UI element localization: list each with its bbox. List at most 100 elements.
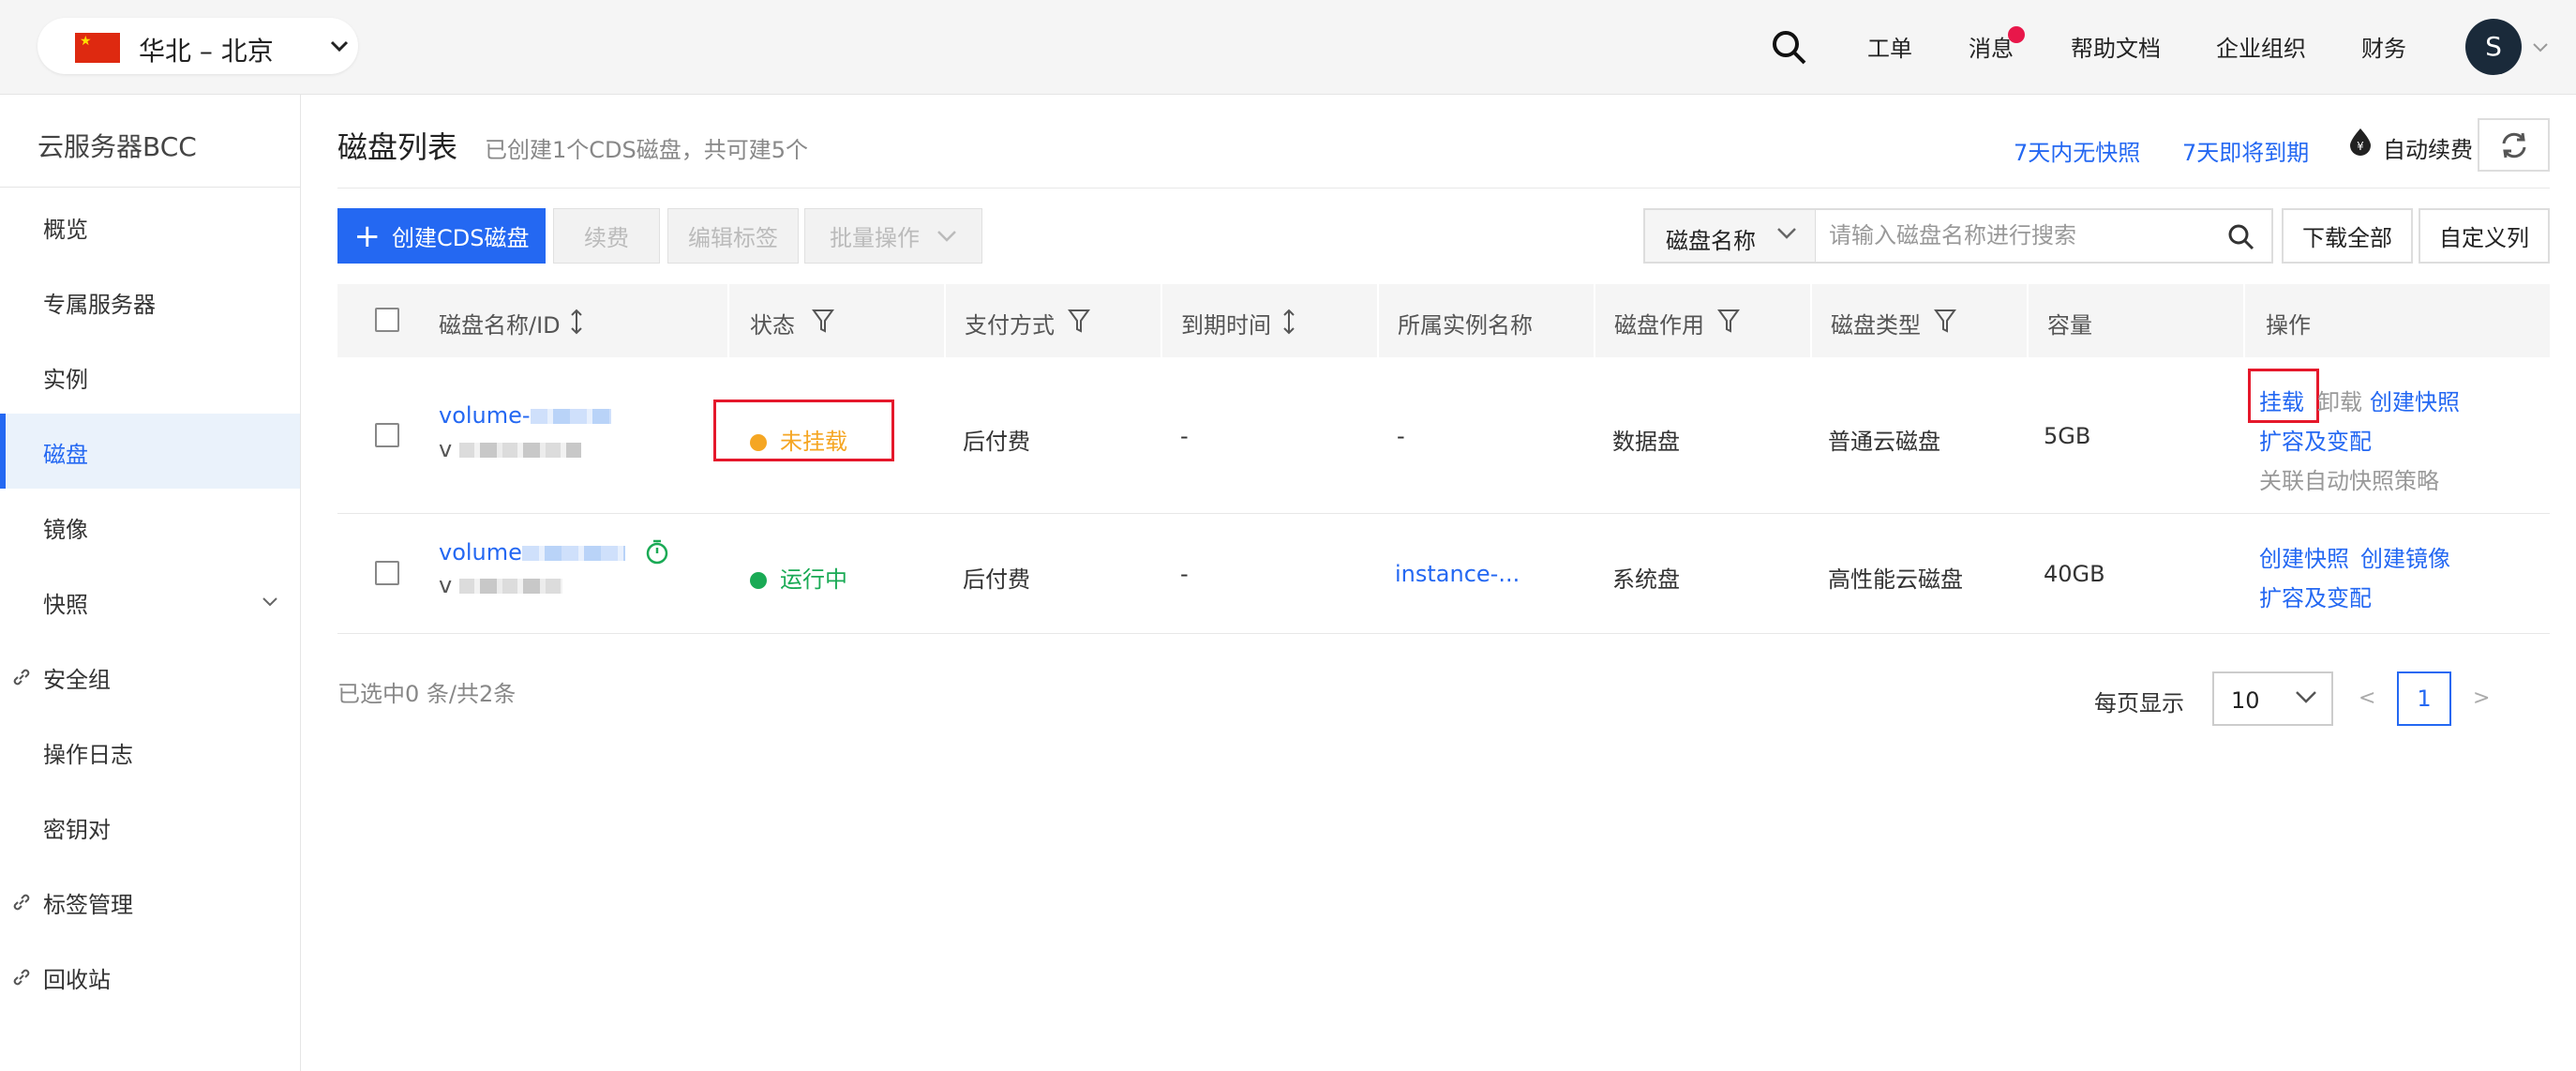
refresh-button[interactable] <box>2478 118 2550 172</box>
search-type-select[interactable]: 磁盘名称 <box>1645 210 1816 262</box>
button-label: 创建CDS磁盘 <box>392 225 530 251</box>
page-title: 磁盘列表 <box>337 129 458 165</box>
auto-renew-label[interactable]: 自动续费 <box>2383 131 2473 164</box>
renew-button[interactable]: 续费 <box>553 208 660 264</box>
batch-operations-button[interactable]: 批量操作 <box>804 208 982 264</box>
redacted-id <box>459 443 582 458</box>
sidebar-item-disks[interactable]: 磁盘 <box>0 414 300 489</box>
redacted-name <box>530 409 611 424</box>
search-box: 磁盘名称 <box>1643 208 2273 264</box>
column-title: 到期时间 <box>1181 312 1271 339</box>
search-icon[interactable] <box>2226 222 2254 250</box>
create-snapshot-link[interactable]: 创建快照 <box>2259 540 2349 573</box>
next-page-button[interactable]: > <box>2473 686 2490 710</box>
svg-text:¥: ¥ <box>2357 140 2364 153</box>
table-row: volume- v 未挂载 后付费 - - 数据盘 普通云磁盘 5GB 挂载 卸… <box>337 357 2550 514</box>
china-flag-icon: ★ <box>75 33 120 63</box>
nav-enterprise[interactable]: 企业组织 <box>2216 30 2306 63</box>
column-header-actions: 操作 <box>2245 284 2550 357</box>
chevron-down-icon <box>1777 228 1796 239</box>
sidebar-title: 云服务器BCC <box>37 131 197 162</box>
disk-name-link[interactable]: volume <box>439 539 625 566</box>
disk-name-text: volume <box>439 539 522 566</box>
expiring-7days-link[interactable]: 7天即将到期 <box>2182 134 2309 167</box>
sidebar-item-label: 概览 <box>43 217 88 243</box>
chevron-down-icon <box>2296 691 2316 703</box>
nav-tickets[interactable]: 工单 <box>1867 30 1912 63</box>
resize-link[interactable]: 扩容及变配 <box>2259 423 2372 456</box>
search-input[interactable] <box>1829 219 2223 251</box>
column-title: 磁盘类型 <box>1831 312 1921 339</box>
chevron-down-icon[interactable] <box>2531 38 2550 56</box>
column-title: 磁盘作用 <box>1614 312 1704 339</box>
filter-icon[interactable] <box>1717 309 1740 333</box>
highlight-box <box>713 400 894 461</box>
table-header: 磁盘名称/ID 状态 支付方式 到期时间 所属实例名称 磁盘作用 磁盘类型 容量… <box>337 284 2550 357</box>
filter-icon[interactable] <box>812 309 834 333</box>
prev-page-button[interactable]: < <box>2359 686 2375 710</box>
nav-finance[interactable]: 财务 <box>2361 30 2406 63</box>
refresh-icon <box>2502 132 2526 158</box>
message-badge <box>2008 26 2025 43</box>
sidebar-item-dedicated-server[interactable]: 专属服务器 <box>0 264 300 339</box>
avatar[interactable]: S <box>2465 19 2522 75</box>
sidebar-item-instances[interactable]: 实例 <box>0 339 300 414</box>
column-header-type: 磁盘类型 <box>1812 284 2029 357</box>
redacted-id <box>459 579 563 594</box>
edit-tags-button[interactable]: 编辑标签 <box>667 208 799 264</box>
auto-renew-icon[interactable]: ¥ <box>2347 128 2374 156</box>
disk-id: v <box>439 436 582 462</box>
page-size-select[interactable]: 10 <box>2212 671 2333 726</box>
sidebar-item-label: 实例 <box>43 367 88 393</box>
unmount-link[interactable]: 卸载 <box>2317 384 2362 416</box>
column-title: 所属实例名称 <box>1398 312 1533 339</box>
page-size-value: 10 <box>2231 687 2260 714</box>
disk-id-text: v <box>439 436 453 462</box>
create-image-link[interactable]: 创建镜像 <box>2360 540 2450 573</box>
nav-messages[interactable]: 消息 <box>1969 30 2014 63</box>
column-title: 状态 <box>750 312 795 339</box>
filter-icon[interactable] <box>1068 309 1090 333</box>
page-1-button[interactable]: 1 <box>2397 671 2451 726</box>
column-header-name: 磁盘名称/ID <box>337 284 729 357</box>
sidebar-item-security-groups[interactable]: 安全组 <box>0 639 300 714</box>
nav-help-docs[interactable]: 帮助文档 <box>2071 30 2161 63</box>
expire-cell: - <box>1180 423 1189 449</box>
button-label: 下载全部 <box>2302 225 2392 251</box>
plus-icon: + <box>353 217 382 255</box>
disk-id: v <box>439 572 563 598</box>
create-snapshot-link[interactable]: 创建快照 <box>2370 384 2460 416</box>
button-label: 续费 <box>584 225 629 251</box>
button-label: 批量操作 <box>830 225 920 251</box>
status-text: 运行中 <box>780 566 847 593</box>
row-checkbox[interactable] <box>375 561 399 585</box>
download-all-button[interactable]: 下载全部 <box>2282 208 2413 264</box>
row-checkbox[interactable] <box>375 423 399 447</box>
sort-icon[interactable] <box>1282 309 1295 335</box>
column-title: 磁盘名称/ID <box>439 312 561 339</box>
sort-icon[interactable] <box>570 309 583 335</box>
create-cds-disk-button[interactable]: + 创建CDS磁盘 <box>337 208 546 264</box>
no-snapshot-7days-link[interactable]: 7天内无快照 <box>2014 134 2140 167</box>
sidebar-item-snapshots[interactable]: 快照 <box>0 564 300 639</box>
sidebar-item-images[interactable]: 镜像 <box>0 489 300 564</box>
selection-summary: 已选中0 条/共2条 <box>337 681 517 707</box>
disk-name-text: volume- <box>439 402 531 429</box>
search-type-label: 磁盘名称 <box>1666 228 1756 254</box>
sidebar-item-recycle-bin[interactable]: 回收站 <box>0 939 300 1014</box>
region-selector[interactable]: ★ 华北 – 北京 <box>37 18 358 74</box>
auto-snapshot-policy-link[interactable]: 关联自动快照策略 <box>2259 462 2439 495</box>
sidebar-item-tag-management[interactable]: 标签管理 <box>0 864 300 939</box>
custom-columns-button[interactable]: 自定义列 <box>2419 208 2550 264</box>
resize-link[interactable]: 扩容及变配 <box>2259 580 2372 612</box>
sidebar-item-key-pairs[interactable]: 密钥对 <box>0 789 300 864</box>
sidebar-item-overview[interactable]: 概览 <box>0 189 300 264</box>
search-icon[interactable] <box>1770 28 1807 66</box>
sidebar-item-operation-logs[interactable]: 操作日志 <box>0 714 300 789</box>
table-row: volume v 运行中 后付费 - instance-... 系统盘 高性能云… <box>337 514 2550 634</box>
select-all-checkbox[interactable] <box>375 308 399 332</box>
disk-name-link[interactable]: volume- <box>439 402 611 429</box>
top-bar: ★ 华北 – 北京 工单 消息 帮助文档 企业组织 财务 S <box>0 0 2576 95</box>
filter-icon[interactable] <box>1934 309 1956 333</box>
instance-link[interactable]: instance-... <box>1395 561 1520 587</box>
